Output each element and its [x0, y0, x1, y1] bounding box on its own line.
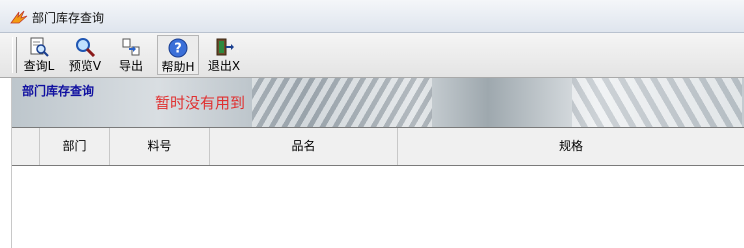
preview-button[interactable]: 预览V [64, 35, 106, 75]
export-button[interactable]: 导出 [113, 35, 149, 75]
column-header-label: 部门 [62, 139, 87, 153]
column-header-spec[interactable]: 规格 [398, 128, 744, 165]
exit-door-icon [216, 38, 234, 56]
column-header-label: 料号 [147, 139, 172, 153]
title-bar: 部门库存查询 [0, 0, 744, 33]
window-title: 部门库存查询 [32, 11, 105, 25]
column-header-label: 规格 [558, 139, 583, 153]
query-document-magnifier-icon [30, 37, 49, 57]
query-button[interactable]: 查询L [19, 35, 59, 75]
help-button[interactable]: ? 帮助H [157, 35, 199, 75]
help-question-icon: ? [168, 38, 188, 58]
exit-button-label: 退出X [207, 59, 241, 73]
grid-header: 部门 料号 品名 规格 [12, 127, 744, 166]
preview-button-label: 预览V [68, 59, 102, 73]
column-header-label: 品名 [291, 139, 316, 153]
column-header-dept[interactable]: 部门 [40, 128, 110, 165]
query-button-label: 查询L [23, 59, 55, 73]
export-arrow-icon [122, 38, 140, 56]
column-header-item-name[interactable]: 品名 [210, 128, 398, 165]
banner-title: 部门库存查询 [22, 84, 95, 98]
toolbar-grip[interactable] [12, 37, 17, 73]
app-flame-icon [10, 10, 28, 24]
svg-text:?: ? [174, 42, 182, 57]
exit-button[interactable]: 退出X [205, 35, 243, 75]
row-indicator-header[interactable] [12, 128, 40, 165]
left-panel-edge [0, 78, 12, 248]
toolbar: 查询L 预览V 导出 ? 帮助H 退出X [0, 33, 744, 78]
help-button-label: 帮助H [161, 60, 195, 74]
banner-note: 暂时没有用到 [155, 94, 246, 112]
grid-body[interactable] [12, 166, 744, 248]
column-header-part-no[interactable]: 料号 [110, 128, 210, 165]
export-button-label: 导出 [118, 59, 143, 73]
preview-magnifier-icon [76, 38, 96, 57]
header-banner: 部门库存查询 暂时没有用到 [12, 78, 744, 127]
